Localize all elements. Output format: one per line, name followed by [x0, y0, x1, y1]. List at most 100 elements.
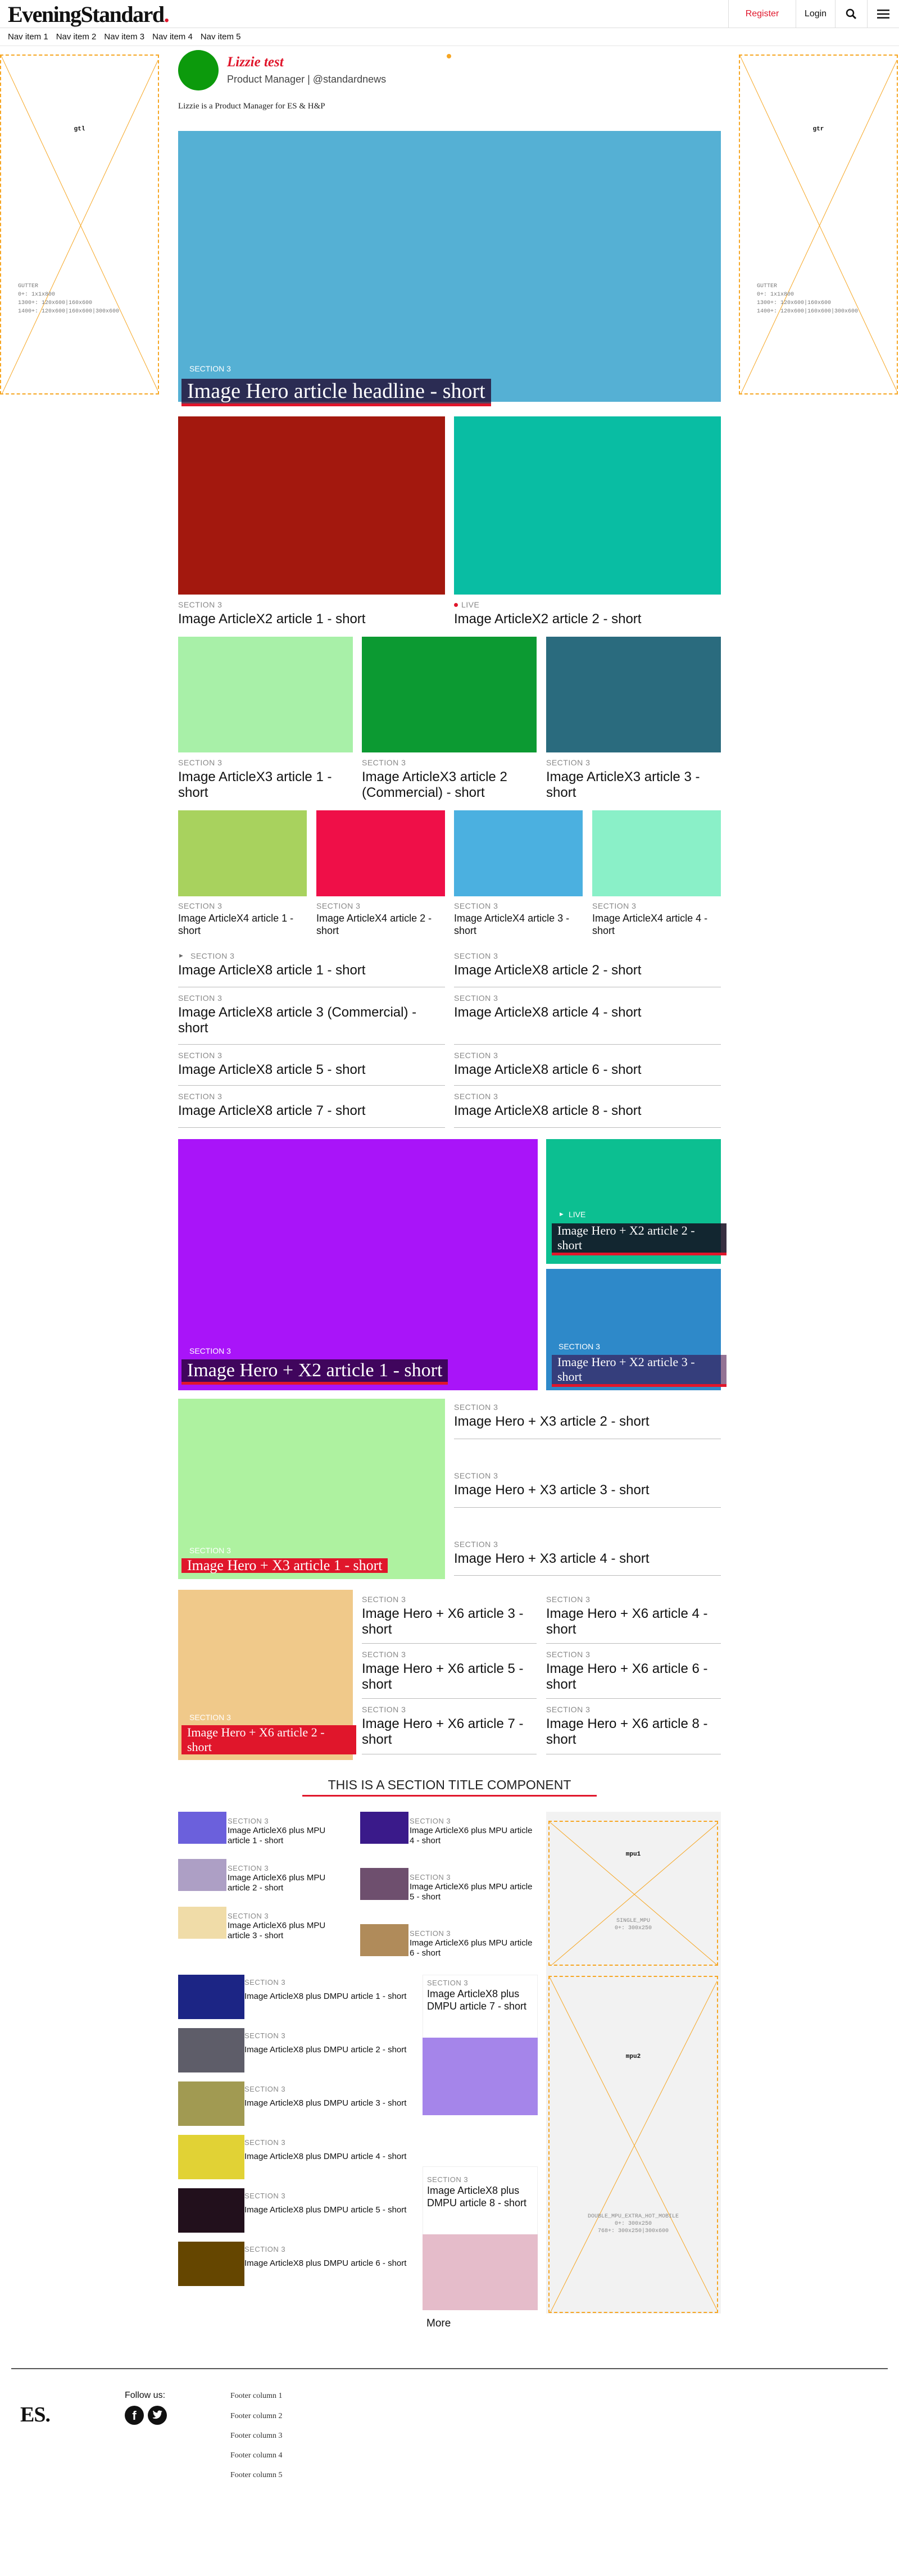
herox2-image-1[interactable]: [178, 1139, 538, 1390]
x8dmpu-title-3[interactable]: Image ArticleX8 plus DMPU article 3 - sh…: [244, 2098, 413, 2108]
x8dmpu-section-8: SECTION 3: [427, 2175, 469, 2184]
x6mpu-image-2[interactable]: [178, 1859, 226, 1891]
divider: [454, 1575, 721, 1576]
x8dmpu-title-6[interactable]: Image ArticleX8 plus DMPU article 6 - sh…: [244, 2258, 413, 2269]
gutter-label: gtr: [812, 126, 824, 133]
footer-logo[interactable]: ES.: [20, 2402, 51, 2427]
x6mpu-title-3[interactable]: Image ArticleX6 plus MPU article 3 - sho…: [228, 1921, 340, 1941]
x8dmpu-image-2[interactable]: [178, 2028, 244, 2072]
herox3-title-4[interactable]: Image Hero + X3 article 4 - short: [454, 1551, 721, 1567]
x4-title-4[interactable]: Image ArticleX4 article 4 - short: [592, 912, 721, 937]
twitter-icon[interactable]: [148, 2406, 167, 2425]
x2-title-2[interactable]: Image ArticleX2 article 2 - short: [454, 611, 721, 627]
x3-title-1[interactable]: Image ArticleX3 article 1 - short: [178, 769, 353, 801]
herox3-title-2[interactable]: Image Hero + X3 article 2 - short: [454, 1414, 721, 1430]
x8-title-6[interactable]: Image ArticleX8 article 6 - short: [454, 1062, 721, 1078]
follow-us-label: Follow us:: [125, 2391, 166, 2400]
x8dmpu-image-8[interactable]: [423, 2234, 538, 2310]
footer-column-1[interactable]: Footer column 1: [230, 2392, 283, 2401]
x8dmpu-title-4[interactable]: Image ArticleX8 plus DMPU article 4 - sh…: [244, 2152, 413, 2162]
herox6-title-3[interactable]: Image Hero + X6 article 3 - short: [362, 1606, 537, 1638]
x6mpu-image-3[interactable]: [178, 1907, 226, 1939]
x4-title-3[interactable]: Image ArticleX4 article 3 - short: [454, 912, 583, 937]
x8dmpu-title-2[interactable]: Image ArticleX8 plus DMPU article 2 - sh…: [244, 2045, 413, 2055]
mpu1-label: mpu1: [625, 1851, 641, 1858]
x3-title-2[interactable]: Image ArticleX3 article 2 (Commercial) -…: [362, 769, 537, 801]
x6mpu-image-5[interactable]: [360, 1868, 408, 1900]
x6mpu-image-1[interactable]: [178, 1812, 226, 1844]
x6mpu-image-4[interactable]: [360, 1812, 408, 1844]
herox6-title-4[interactable]: Image Hero + X6 article 4 - short: [546, 1606, 721, 1638]
x8-title-8[interactable]: Image ArticleX8 article 8 - short: [454, 1103, 721, 1119]
x6mpu-title-4[interactable]: Image ArticleX6 plus MPU article 4 - sho…: [410, 1826, 539, 1846]
x8dmpu-image-1[interactable]: [178, 1975, 244, 2019]
herox6-section-8: SECTION 3: [546, 1705, 591, 1714]
x8dmpu-title-8[interactable]: Image ArticleX8 plus DMPU article 8 - sh…: [427, 2184, 534, 2209]
footer-column-3[interactable]: Footer column 3: [230, 2432, 283, 2441]
x2-title-1[interactable]: Image ArticleX2 article 1 - short: [178, 611, 445, 627]
x8-title-1[interactable]: Image ArticleX8 article 1 - short: [178, 963, 445, 978]
x6mpu-title-5[interactable]: Image ArticleX6 plus MPU article 5 - sho…: [410, 1882, 539, 1902]
x8-title-3[interactable]: Image ArticleX8 article 3 (Commercial) -…: [178, 1005, 445, 1036]
hero-article[interactable]: [178, 131, 721, 402]
x2-image-1[interactable]: [178, 416, 445, 595]
x4-image-2[interactable]: [316, 810, 445, 896]
x6mpu-title-6[interactable]: Image ArticleX6 plus MPU article 6 - sho…: [410, 1938, 539, 1958]
x8dmpu-title-5[interactable]: Image ArticleX8 plus DMPU article 5 - sh…: [244, 2205, 413, 2215]
herox3-title-3[interactable]: Image Hero + X3 article 3 - short: [454, 1482, 721, 1498]
nav-item-1[interactable]: Nav item 1: [8, 32, 48, 42]
x8dmpu-image-6[interactable]: [178, 2242, 244, 2286]
x6mpu-title-2[interactable]: Image ArticleX6 plus MPU article 2 - sho…: [228, 1873, 340, 1893]
menu-icon[interactable]: [867, 0, 899, 28]
x8dmpu-image-4[interactable]: [178, 2135, 244, 2179]
x4-image-1[interactable]: [178, 810, 307, 896]
login-button[interactable]: Login: [796, 0, 835, 28]
herox6-title-6[interactable]: Image Hero + X6 article 6 - short: [546, 1661, 721, 1693]
site-logo[interactable]: EveningStandard.: [8, 1, 170, 28]
search-icon[interactable]: [835, 0, 867, 28]
x6mpu-image-6[interactable]: [360, 1924, 408, 1956]
x2-image-2[interactable]: [454, 416, 721, 595]
register-button[interactable]: Register: [728, 0, 796, 28]
x8-title-5[interactable]: Image ArticleX8 article 5 - short: [178, 1062, 445, 1078]
footer-column-5[interactable]: Footer column 5: [230, 2471, 283, 2480]
herox3-title-1[interactable]: Image Hero + X3 article 1 - short: [181, 1558, 388, 1573]
x8dmpu-section-4: SECTION 3: [244, 2138, 286, 2147]
herox2-title-3[interactable]: Image Hero + X2 article 3 - short: [552, 1355, 727, 1387]
x3-image-3[interactable]: [546, 637, 721, 752]
x4-image-3[interactable]: [454, 810, 583, 896]
x8dmpu-image-7[interactable]: [423, 2038, 538, 2115]
x8dmpu-title-7[interactable]: Image ArticleX8 plus DMPU article 7 - sh…: [427, 1988, 534, 2012]
nav-item-4[interactable]: Nav item 4: [152, 32, 193, 42]
footer-column-4[interactable]: Footer column 4: [230, 2451, 283, 2460]
x8dmpu-title-1[interactable]: Image ArticleX8 plus DMPU article 1 - sh…: [244, 1992, 413, 2002]
nav-item-3[interactable]: Nav item 3: [104, 32, 144, 42]
x3-image-2[interactable]: [362, 637, 537, 752]
facebook-icon[interactable]: f: [125, 2406, 144, 2425]
x8-title-4[interactable]: Image ArticleX8 article 4 - short: [454, 1005, 721, 1021]
x8dmpu-image-3[interactable]: [178, 2081, 244, 2126]
nav-item-2[interactable]: Nav item 2: [56, 32, 97, 42]
herox6-title-2[interactable]: Image Hero + X6 article 2 - short: [181, 1725, 356, 1754]
herox6-title-5[interactable]: Image Hero + X6 article 5 - short: [362, 1661, 537, 1693]
herox6-title-8[interactable]: Image Hero + X6 article 8 - short: [546, 1716, 721, 1748]
herox6-title-7[interactable]: Image Hero + X6 article 7 - short: [362, 1716, 537, 1748]
mpu2-ad: mpu2 DOUBLE_MPU_EXTRA_HOT_MOBILE 0+: 300…: [548, 1976, 718, 2313]
x4-title-1[interactable]: Image ArticleX4 article 1 - short: [178, 912, 307, 937]
x8-section-5: SECTION 3: [178, 1051, 223, 1060]
herox2-title-2[interactable]: Image Hero + X2 article 2 - short: [552, 1223, 727, 1255]
hero-headline[interactable]: Image Hero article headline - short: [181, 379, 491, 406]
x3-title-3[interactable]: Image ArticleX3 article 3 - short: [546, 769, 721, 801]
nav-item-5[interactable]: Nav item 5: [201, 32, 241, 42]
x3-image-1[interactable]: [178, 637, 353, 752]
x4-title-2[interactable]: Image ArticleX4 article 2 - short: [316, 912, 445, 937]
divider: [178, 1044, 445, 1045]
more-link[interactable]: More: [426, 2318, 451, 2330]
x8-title-7[interactable]: Image ArticleX8 article 7 - short: [178, 1103, 445, 1119]
x8dmpu-image-5[interactable]: [178, 2188, 244, 2233]
x4-image-4[interactable]: [592, 810, 721, 896]
herox2-title-1[interactable]: Image Hero + X2 article 1 - short: [181, 1359, 448, 1385]
footer-column-2[interactable]: Footer column 2: [230, 2412, 283, 2421]
x8-title-2[interactable]: Image ArticleX8 article 2 - short: [454, 963, 721, 978]
x6mpu-title-1[interactable]: Image ArticleX6 plus MPU article 1 - sho…: [228, 1826, 340, 1846]
